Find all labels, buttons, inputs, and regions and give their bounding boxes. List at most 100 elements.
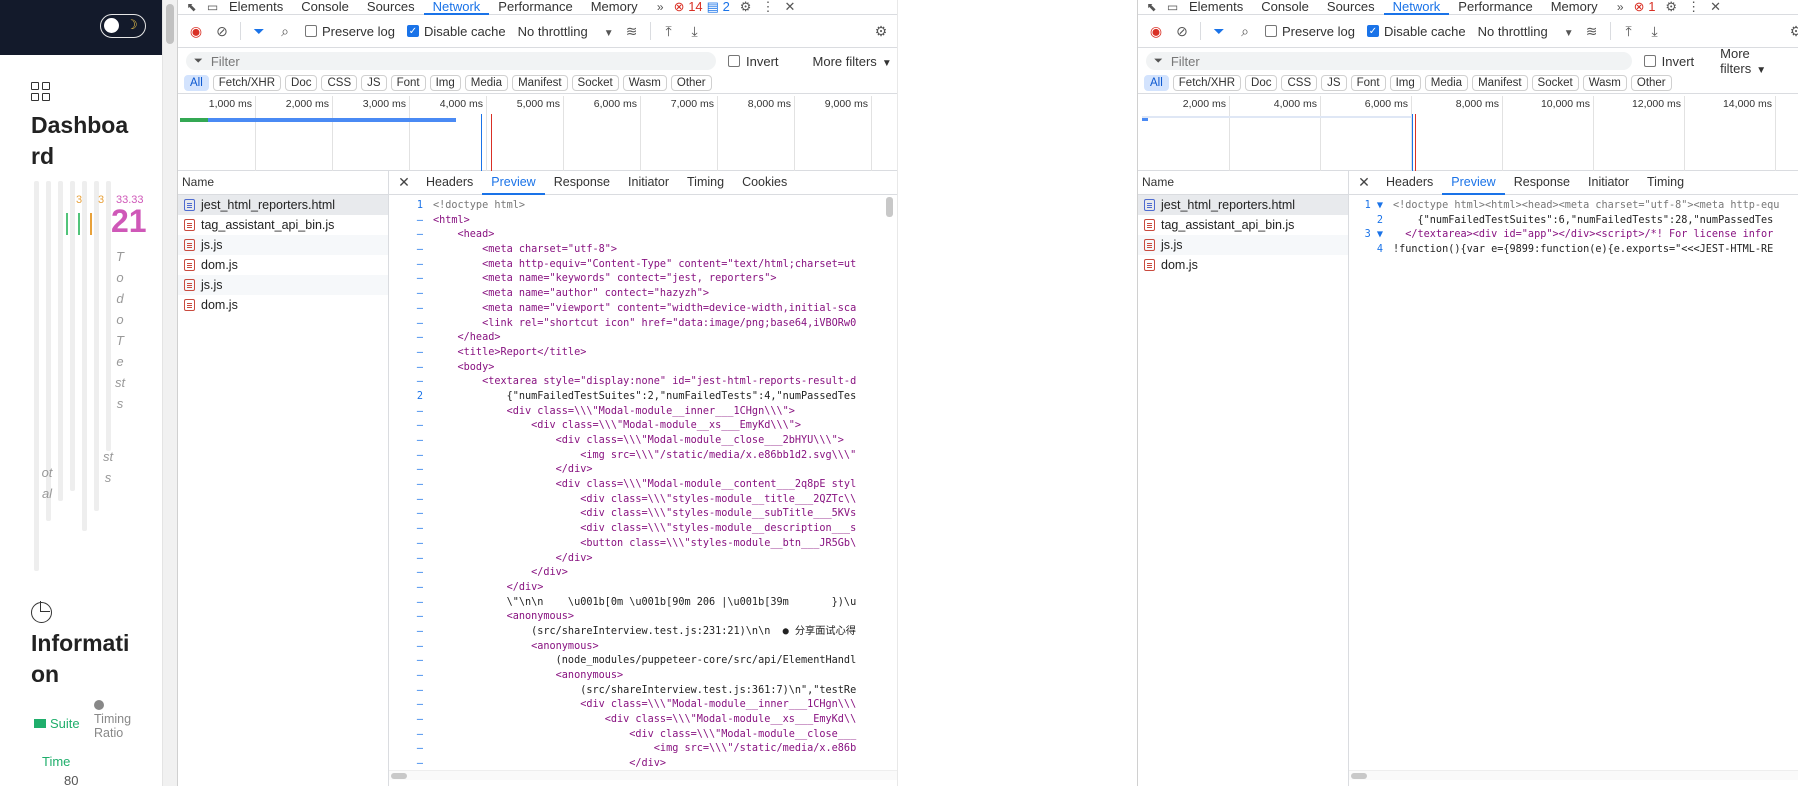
name-column-header[interactable]: Name: [1138, 171, 1348, 195]
tab-sources[interactable]: Sources: [358, 0, 424, 15]
request-row[interactable]: js.js: [178, 235, 388, 255]
throttling-select[interactable]: No throttling ▼: [518, 24, 614, 39]
theme-toggle[interactable]: ☽: [100, 14, 146, 38]
request-row[interactable]: tag_assistant_api_bin.js: [1138, 215, 1348, 235]
type-filter-css[interactable]: CSS: [1281, 74, 1318, 91]
page-scrollbar[interactable]: [162, 0, 177, 786]
record-icon[interactable]: ◉: [1148, 23, 1164, 40]
tab-performance[interactable]: Performance: [489, 0, 581, 15]
detail-tab-preview[interactable]: Preview: [1442, 171, 1505, 195]
invert-checkbox[interactable]: Invert: [728, 54, 779, 69]
detail-tab-preview[interactable]: Preview: [482, 171, 545, 195]
kebab-menu-icon[interactable]: ⋮: [761, 0, 774, 15]
type-filter-img[interactable]: Img: [1389, 74, 1421, 91]
device-toggle-icon[interactable]: ▭: [205, 0, 220, 14]
tab-console[interactable]: Console: [1252, 0, 1318, 15]
request-row[interactable]: tag_assistant_api_bin.js: [178, 215, 388, 235]
type-filter-wasm[interactable]: Wasm: [1582, 74, 1627, 91]
request-row[interactable]: dom.js: [178, 255, 388, 275]
tab-console[interactable]: Console: [292, 0, 358, 15]
export-har-icon[interactable]: ⤓: [687, 23, 703, 40]
legend-suite[interactable]: Suite: [34, 716, 80, 731]
request-row[interactable]: dom.js: [178, 295, 388, 315]
disable-cache-checkbox[interactable]: ✓ Disable cache: [1366, 24, 1466, 39]
type-filter-manifest[interactable]: Manifest: [512, 74, 568, 91]
network-settings-icon[interactable]: ⚙: [873, 23, 889, 40]
type-filter-all[interactable]: All: [1144, 74, 1169, 91]
detail-tab-response[interactable]: Response: [545, 171, 619, 195]
type-filter-wasm[interactable]: Wasm: [622, 74, 667, 91]
type-filter-img[interactable]: Img: [429, 74, 461, 91]
more-filters-dropdown[interactable]: More filters ▼: [813, 54, 892, 69]
message-badge[interactable]: ▤ 2: [707, 0, 730, 15]
request-row[interactable]: jest_html_reporters.html: [1138, 195, 1348, 215]
legend-time[interactable]: Time: [42, 754, 70, 769]
invert-checkbox[interactable]: Invert: [1643, 54, 1694, 69]
scrollbar-thumb[interactable]: [166, 4, 174, 44]
tab-elements[interactable]: Elements: [1180, 0, 1252, 15]
preview-code[interactable]: 1 <!doctype html> – <html> – <head> – <meta c…: [389, 195, 897, 772]
preview-vertical-scrollbar[interactable]: [886, 197, 893, 217]
detail-tab-headers[interactable]: Headers: [1377, 171, 1442, 195]
type-filter-media[interactable]: Media: [464, 74, 509, 91]
export-har-icon[interactable]: ⤓: [1647, 23, 1663, 40]
type-filter-other[interactable]: Other: [670, 74, 712, 91]
request-row[interactable]: js.js: [1138, 235, 1348, 255]
clear-icon[interactable]: ⊘: [214, 23, 230, 40]
preview-horizontal-scrollbar[interactable]: [1349, 770, 1798, 780]
preserve-log-checkbox[interactable]: Preserve log: [1265, 24, 1355, 39]
tab-elements[interactable]: Elements: [220, 0, 292, 15]
type-filter-js[interactable]: JS: [1321, 74, 1347, 91]
close-detail-icon[interactable]: ✕: [391, 174, 417, 191]
filter-input[interactable]: ⏷ Filter: [186, 52, 716, 70]
network-conditions-icon[interactable]: ≋: [624, 23, 640, 40]
timeline-overview[interactable]: 1,000 ms 2,000 ms 3,000 ms 4,000 ms 5,00…: [178, 96, 897, 171]
tab-sources[interactable]: Sources: [1318, 0, 1384, 15]
search-icon[interactable]: ⌕: [1237, 23, 1253, 40]
tab-performance[interactable]: Performance: [1449, 0, 1541, 15]
search-icon[interactable]: ⌕: [277, 23, 293, 40]
tab-network[interactable]: Network: [1383, 0, 1450, 15]
more-tabs-icon[interactable]: »: [1613, 0, 1628, 14]
scrollbar-thumb[interactable]: [391, 773, 407, 779]
detail-tab-initiator[interactable]: Initiator: [619, 171, 678, 195]
request-row[interactable]: dom.js: [1138, 255, 1348, 275]
type-filter-fetch-xhr[interactable]: Fetch/XHR: [212, 74, 282, 91]
legend-timing-ratio[interactable]: Timing Ratio: [94, 700, 144, 740]
filter-funnel-icon[interactable]: ⏷: [1211, 23, 1227, 40]
detail-tab-headers[interactable]: Headers: [417, 171, 482, 195]
filter-funnel-icon[interactable]: ⏷: [251, 23, 267, 40]
type-filter-manifest[interactable]: Manifest: [1472, 74, 1528, 91]
type-filter-fetch-xhr[interactable]: Fetch/XHR: [1172, 74, 1242, 91]
inspect-icon[interactable]: ⬉: [184, 0, 199, 14]
type-filter-doc[interactable]: Doc: [1245, 74, 1278, 91]
device-toggle-icon[interactable]: ▭: [1165, 0, 1180, 14]
request-row[interactable]: jest_html_reporters.html: [178, 195, 388, 215]
record-icon[interactable]: ◉: [188, 23, 204, 40]
kebab-menu-icon[interactable]: ⋮: [1687, 0, 1700, 15]
type-filter-socket[interactable]: Socket: [571, 74, 619, 91]
type-filter-doc[interactable]: Doc: [285, 74, 318, 91]
request-row[interactable]: js.js: [178, 275, 388, 295]
inspect-icon[interactable]: ⬉: [1144, 0, 1159, 14]
error-badge[interactable]: ⊗ 14: [674, 0, 703, 15]
close-detail-icon[interactable]: ✕: [1351, 174, 1377, 191]
throttling-select[interactable]: No throttling ▼: [1478, 24, 1574, 39]
preserve-log-checkbox[interactable]: Preserve log: [305, 24, 395, 39]
disable-cache-checkbox[interactable]: ✓ Disable cache: [406, 24, 506, 39]
error-badge[interactable]: ⊗ 1: [1634, 0, 1656, 15]
type-filter-all[interactable]: All: [184, 74, 209, 91]
network-conditions-icon[interactable]: ≋: [1584, 23, 1600, 40]
preview-horizontal-scrollbar[interactable]: [389, 770, 897, 780]
clear-icon[interactable]: ⊘: [1174, 23, 1190, 40]
name-column-header[interactable]: Name: [178, 171, 388, 195]
type-filter-js[interactable]: JS: [361, 74, 387, 91]
timeline-overview[interactable]: 2,000 ms 4,000 ms 6,000 ms 8,000 ms 10,0…: [1138, 96, 1798, 171]
type-filter-font[interactable]: Font: [390, 74, 426, 91]
type-filter-socket[interactable]: Socket: [1531, 74, 1579, 91]
type-filter-css[interactable]: CSS: [321, 74, 358, 91]
tab-network[interactable]: Network: [423, 0, 490, 15]
type-filter-media[interactable]: Media: [1424, 74, 1469, 91]
detail-tab-cookies[interactable]: Cookies: [733, 171, 796, 195]
detail-tab-timing[interactable]: Timing: [1638, 171, 1693, 195]
